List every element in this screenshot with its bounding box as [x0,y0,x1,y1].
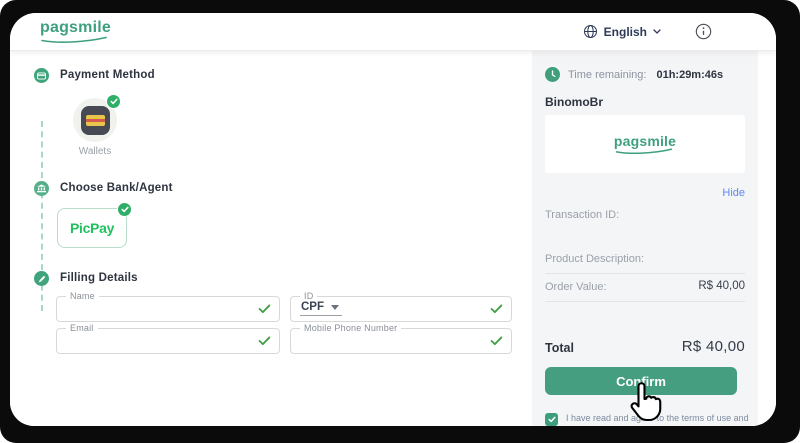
pagsmile-logo: pagsmile [614,134,676,154]
brand-logo-box: pagsmile [545,115,745,173]
step3-title: Filling Details [60,272,138,284]
step1-title: Payment Method [60,69,155,81]
wallet-icon [81,106,110,135]
product-description-label: Product Description: [545,253,644,265]
picpay-check-badge [117,202,132,217]
wallet-label: Wallets [65,146,125,157]
order-value-amount: R$ 40,00 [698,280,745,292]
chevron-down-icon [331,305,339,310]
name-valid-check [258,304,271,314]
name-field: Name [56,296,280,322]
check-icon [490,304,503,314]
time-remaining-label: Time remaining: [568,69,646,81]
merchant-name: BinomoBr [545,95,603,109]
step1-marker [34,68,49,83]
picpay-agent-tile[interactable]: PicPay [57,208,127,248]
id-valid-check [490,304,503,314]
globe-icon [583,24,598,39]
main-content: Payment Method Wallets Choose Bank/Agent… [10,51,776,426]
header-actions: English [583,23,712,40]
pencil-icon [38,275,46,283]
step2-marker [34,181,49,196]
step3-marker [34,271,49,286]
check-icon [490,336,503,346]
wallet-card-stripe [86,119,105,122]
clock-icon [545,67,560,82]
pagsmile-logo-text: pagsmile [614,134,676,148]
header: pagsmile English [10,13,776,51]
id-field: ID CPF [290,296,512,322]
terms-checkbox[interactable] [545,413,558,426]
email-field: Email [56,328,280,354]
check-icon [121,206,129,213]
page-background: pagsmile English Payment Method [0,0,800,443]
wallet-method-tile[interactable] [73,98,117,142]
time-remaining-value: 01h:29m:46s [656,69,723,81]
mobile-field: Mobile Phone Number [290,328,512,354]
chevron-down-icon [653,29,661,34]
check-icon [548,416,556,423]
mobile-valid-check [490,336,503,346]
email-input[interactable] [65,330,220,352]
order-summary-panel: Time remaining: 01h:29m:46s BinomoBr pag… [532,51,758,426]
id-field-label: ID [300,291,317,301]
email-valid-check [258,336,271,346]
id-type-value: CPF [301,301,324,313]
info-icon [695,23,712,40]
id-type-select[interactable]: CPF [300,301,342,316]
check-icon [110,98,118,105]
total-label: Total [545,341,574,355]
wallet-card-shape [86,115,105,126]
order-value-label: Order Value: [545,281,607,293]
hide-link[interactable]: Hide [722,187,745,199]
name-input[interactable] [65,298,220,320]
wallet-check-badge [106,94,121,109]
card-icon [37,72,46,80]
language-label: English [604,25,647,39]
pagsmile-logo: pagsmile [40,20,111,43]
checkout-card: pagsmile English Payment Method [10,13,776,426]
transaction-id-label: Transaction ID: [545,209,619,221]
info-button[interactable] [695,23,712,40]
pagsmile-logo-text: pagsmile [40,20,111,36]
check-icon [258,304,271,314]
hand-cursor-icon [628,381,664,426]
bank-icon [37,184,46,193]
mobile-input[interactable] [299,330,453,352]
divider [545,273,745,274]
divider [545,301,745,302]
logo-swoosh-icon [614,148,674,154]
step2-title: Choose Bank/Agent [60,182,173,194]
total-amount: R$ 40,00 [682,338,745,355]
picpay-logo: PicPay [70,220,114,236]
time-remaining-row: Time remaining: 01h:29m:46s [545,67,723,82]
language-selector[interactable]: English [583,24,661,39]
check-icon [258,336,271,346]
logo-swoosh-icon [40,36,108,43]
